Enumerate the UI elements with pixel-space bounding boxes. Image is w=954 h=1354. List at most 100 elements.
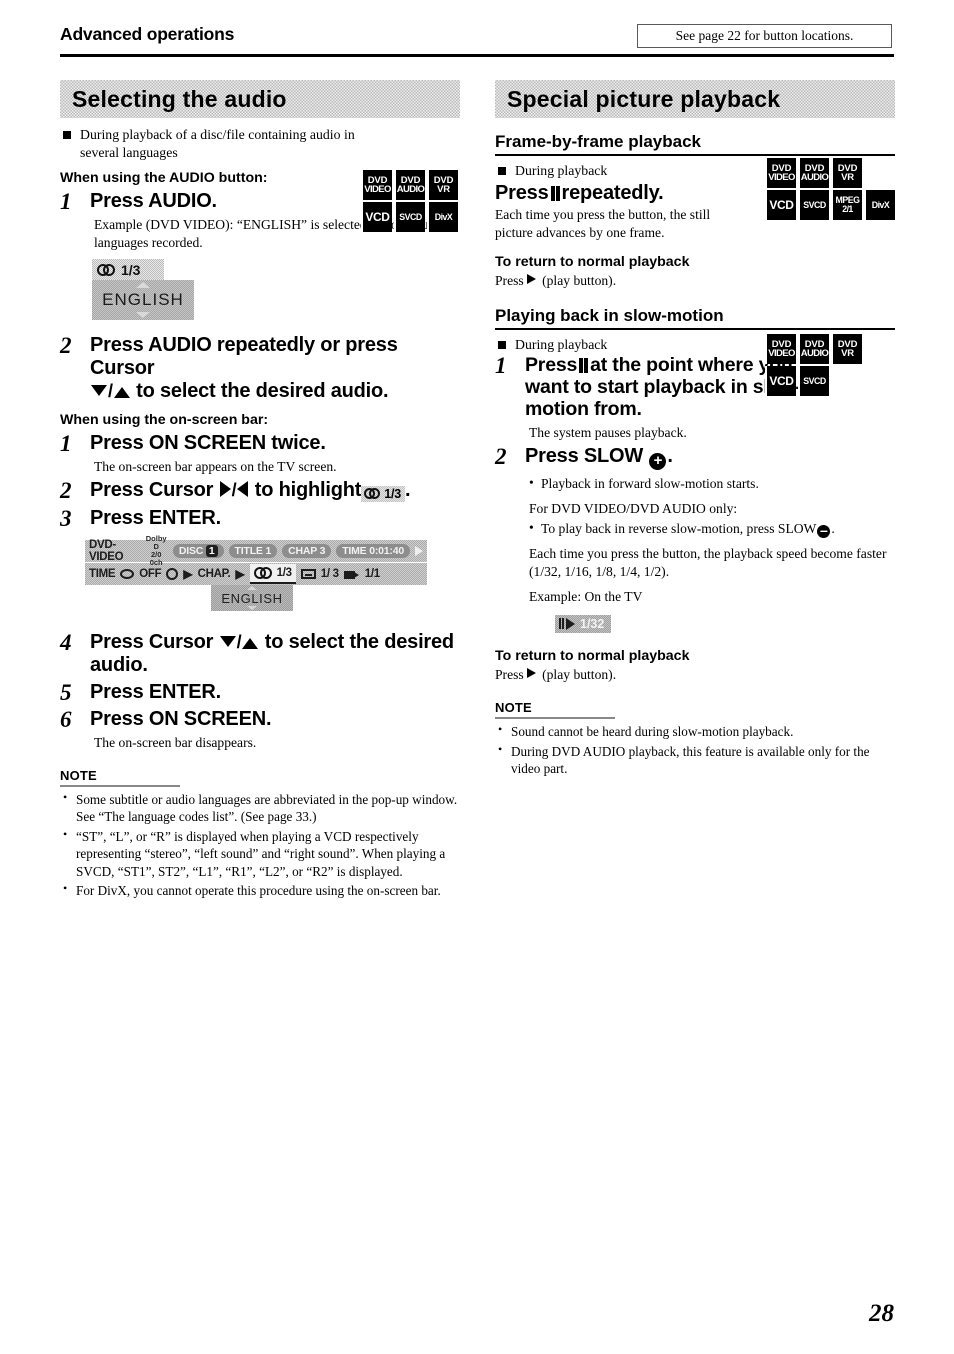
badge-row-bottom: VCD SVCD DivX <box>361 202 458 232</box>
disc-indicator: DISC 1 <box>172 544 224 559</box>
note-rule-2 <box>495 717 615 720</box>
heading-slow-motion: Playing back in slow-motion <box>495 306 724 326</box>
cursor-up-icon <box>242 638 259 650</box>
step-title: Press Cursor / to highlight 1/3. <box>90 479 411 502</box>
return-suffix: (play button). <box>542 667 617 683</box>
slow-bullet-forward: Playback in forward slow-motion starts. <box>529 474 895 493</box>
arrow-right-icon-2: ▶ <box>235 567 245 582</box>
badge-dvd-vr: DVD VR <box>831 334 862 365</box>
badge-mpeg: MPEG 2/1 <box>831 190 862 220</box>
time-value: 0:01:40 <box>369 545 404 558</box>
note-item: Sound cannot be heard during slow-motion… <box>495 722 895 741</box>
title-line1b: at the point where <box>590 353 754 376</box>
badge-dvd-vr: DVD VR <box>427 170 458 200</box>
pause-icon <box>550 185 560 201</box>
frame-description: Each time you press the button, the stil… <box>495 207 711 241</box>
arrow-down-icon <box>136 312 150 319</box>
header-rule <box>60 54 894 57</box>
return-prefix: Press <box>495 273 524 289</box>
step-osb-6-press-on-screen: 6 Press ON SCREEN. The on-screen bar dis… <box>60 708 460 751</box>
chapter-indicator: CHAP 3 <box>282 544 332 559</box>
play-icon <box>526 274 536 285</box>
return-prefix: Press <box>495 667 524 683</box>
heading-rule-2 <box>495 328 895 331</box>
right-column: Special picture playback Frame-by-frame … <box>495 80 895 778</box>
tv-language-popup-graphic: ENGLISH <box>92 280 194 321</box>
note-item: During DVD AUDIO playback, this feature … <box>495 742 895 778</box>
repeat-value: OFF <box>139 568 162 581</box>
angle-icon <box>343 569 360 580</box>
slow-example-label: Example: On the TV <box>529 588 643 604</box>
step-title-prefix: Press Cursor <box>90 479 214 502</box>
step-title-part2: to select the desired audio. <box>136 380 389 403</box>
step-title-end: . <box>404 479 411 502</box>
note-item: Some subtitle or audio languages are abb… <box>60 790 460 826</box>
step-osb-5-press-enter: 5 Press ENTER. <box>60 679 460 705</box>
subtitle-value: 1/ 3 <box>320 568 339 581</box>
method-onscreen-bar-label: When using the on-screen bar: <box>60 411 269 428</box>
bullet2-prefix: To play back in reverse slow-motion, pre… <box>541 520 817 536</box>
command-suffix: repeatedly. <box>561 181 664 204</box>
step-description: The on-screen bar appears on the TV scre… <box>94 458 337 474</box>
badge-row-top: DVD VIDEO DVD AUDIO DVD VR <box>765 334 862 365</box>
audio-chip-value: 1/3 <box>384 486 401 501</box>
note-item: For DivX, you cannot operate this proced… <box>60 881 460 900</box>
title-indicator: TITLE 1 <box>228 544 278 559</box>
badge-divx: DivX <box>427 202 458 232</box>
step-title: Press Cursor / to select the desired aud… <box>90 631 454 677</box>
slow-reverse-icon: – <box>817 523 831 538</box>
on-screen-bar-row-bottom: TIME OFF ▶ CHAP. ▶ 1/3 1/ 3 1/1 <box>85 563 427 586</box>
step-number: 4 <box>60 630 72 656</box>
step-title: Press AUDIO repeatedly or press Cursor /… <box>90 334 398 403</box>
slow-return-text: Press (play button). <box>495 666 895 684</box>
badge-dvd-audio: DVD AUDIO <box>798 158 829 188</box>
document-page: Advanced operations See page 22 for butt… <box>0 0 954 1354</box>
step-osb-1-press-on-screen: 1 Press ON SCREEN twice. The on-screen b… <box>60 431 460 475</box>
step-title: Press ENTER. <box>90 680 221 703</box>
badge-dvd-video: DVD VIDEO <box>765 334 796 365</box>
audio-chip: 1/3 <box>361 485 405 502</box>
left-column: Selecting the audio During playback of a… <box>60 80 460 900</box>
disc-label: DISC <box>178 545 204 558</box>
badge-svcd: SVCD <box>394 202 425 232</box>
step-number: 2 <box>60 478 72 504</box>
note-rule <box>60 784 180 787</box>
chapter-mode-label: CHAP. <box>197 568 231 581</box>
tv-audio-counter-graphic: 1/3 <box>92 259 164 281</box>
frame-return-label: To return to normal playback <box>495 254 690 271</box>
arrow-up-icon <box>136 282 150 289</box>
clock-icon <box>166 568 179 581</box>
chap-label: CHAP <box>288 545 317 558</box>
audio-track-icon <box>253 567 273 580</box>
dolby-line1: Dolby D <box>145 534 167 552</box>
pause-icon <box>579 357 589 373</box>
frame-bullet: During playback <box>495 162 775 180</box>
disc-format-label: DVD-VIDEO <box>89 539 124 564</box>
step-number: 3 <box>60 505 72 531</box>
slow-dvd-only-note: For DVD VIDEO/DVD AUDIO only: <box>529 500 738 516</box>
title-line1: Press <box>525 353 578 376</box>
bullet2-suffix: . <box>831 520 835 536</box>
dolby-info: Dolby D 2/0 0ch <box>145 535 168 567</box>
play-direction-icon <box>415 546 423 557</box>
on-screen-bar-row-top: DVD-VIDEO Dolby D 2/0 0ch DISC 1 TITLE 1… <box>85 535 427 567</box>
page-number: 28 <box>869 1300 894 1327</box>
disc-badges-selecting-audio: DVD VIDEO DVD AUDIO DVD VR VCD SVCD DivX <box>361 170 458 232</box>
return-suffix: (play button). <box>542 273 617 289</box>
step-description: The on-screen bar disappears. <box>94 735 257 751</box>
disc-badges-frame-by-frame: DVD VIDEO DVD AUDIO DVD VR VCD SVCD MPEG 2/1… <box>765 158 895 220</box>
badge-row-top: DVD VIDEO DVD AUDIO DVD VR <box>765 158 895 188</box>
badge-row-top: DVD VIDEO DVD AUDIO DVD VR <box>361 170 458 200</box>
note-item: “ST”, “L”, or “R” is displayed when play… <box>60 827 460 881</box>
badge-dvd-audio: DVD AUDIO <box>394 170 425 200</box>
step-number: 2 <box>60 333 72 359</box>
badge-svcd: SVCD <box>798 190 829 220</box>
arrow-right-icon: ▶ <box>183 567 193 582</box>
step-title-suffix: to highlight <box>254 479 362 502</box>
disc-badges-slow-motion: DVD VIDEO DVD AUDIO DVD VR VCD SVCD <box>765 334 862 397</box>
arrow-down-icon <box>247 606 257 611</box>
intro-bullet: During playback of a disc/file containin… <box>60 126 380 161</box>
dolby-line2: 2/0 0ch <box>149 550 163 568</box>
step-number: 5 <box>60 679 72 705</box>
audio-selector-highlighted[interactable]: 1/3 <box>249 564 296 585</box>
